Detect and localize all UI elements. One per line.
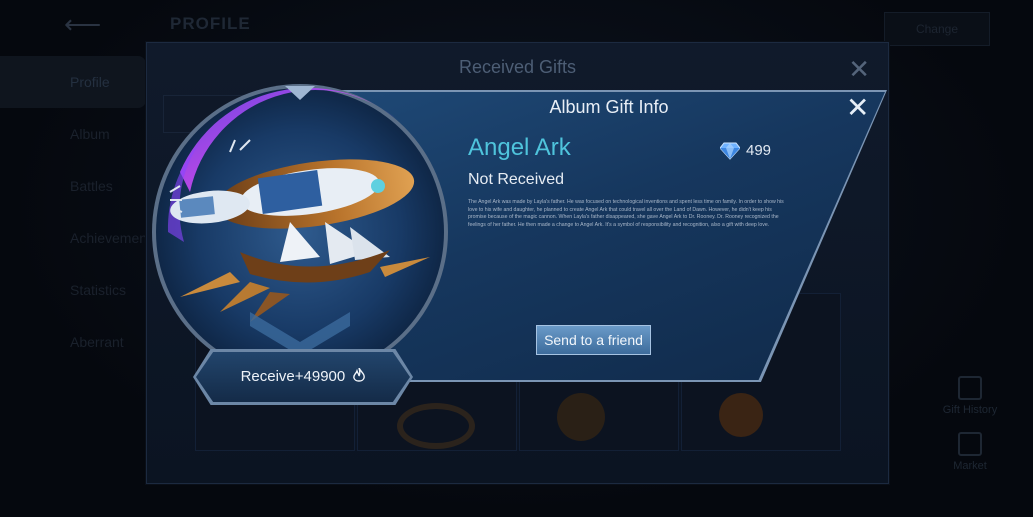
item-description: The Angel Ark was made by Layla's father… [468,199,784,228]
market-icon [958,432,982,456]
flame-icon [353,368,366,382]
sidebar-item-statistics[interactable]: Statistics [0,264,146,316]
gift-item-image [719,393,763,437]
top-right-button[interactable]: Change [884,12,990,46]
send-to-friend-button[interactable]: Send to a friend [536,325,651,355]
back-arrow-icon[interactable]: ⟵ [64,10,120,38]
gift-info-title: Album Gift Info [549,97,669,117]
sidebar-item-achievements[interactable]: Achievements [0,212,158,264]
gift-history-icon [958,376,982,400]
gift-history-button[interactable]: Gift History [940,376,1000,416]
gift-item-image [557,393,605,441]
market-button[interactable]: Market [940,432,1000,472]
gift-status: Not Received [468,171,565,188]
receive-label: Receive+49900 [240,368,346,385]
page-title: PROFILE [170,14,251,33]
item-price: 499 [746,142,772,159]
receive-reward: Receive+49900 [196,368,410,385]
item-name: Angel Ark [468,134,571,161]
received-gifts-close-icon[interactable]: ✕ [848,56,870,82]
close-icon[interactable]: ✕ [846,94,869,122]
sidebar-item-aberrant[interactable]: Aberrant [0,316,146,368]
sidebar-item-profile[interactable]: Profile [0,56,146,108]
gift-item-image [397,403,475,449]
sidebar-item-album[interactable]: Album [0,108,146,160]
sidebar: Profile Album Battles Achievements Stati… [0,56,158,368]
sidebar-item-battles[interactable]: Battles [0,160,146,212]
market-label: Market [953,460,987,472]
diamond-icon [720,142,740,160]
received-gifts-title: Received Gifts [458,57,577,77]
gift-history-label: Gift History [942,404,998,416]
